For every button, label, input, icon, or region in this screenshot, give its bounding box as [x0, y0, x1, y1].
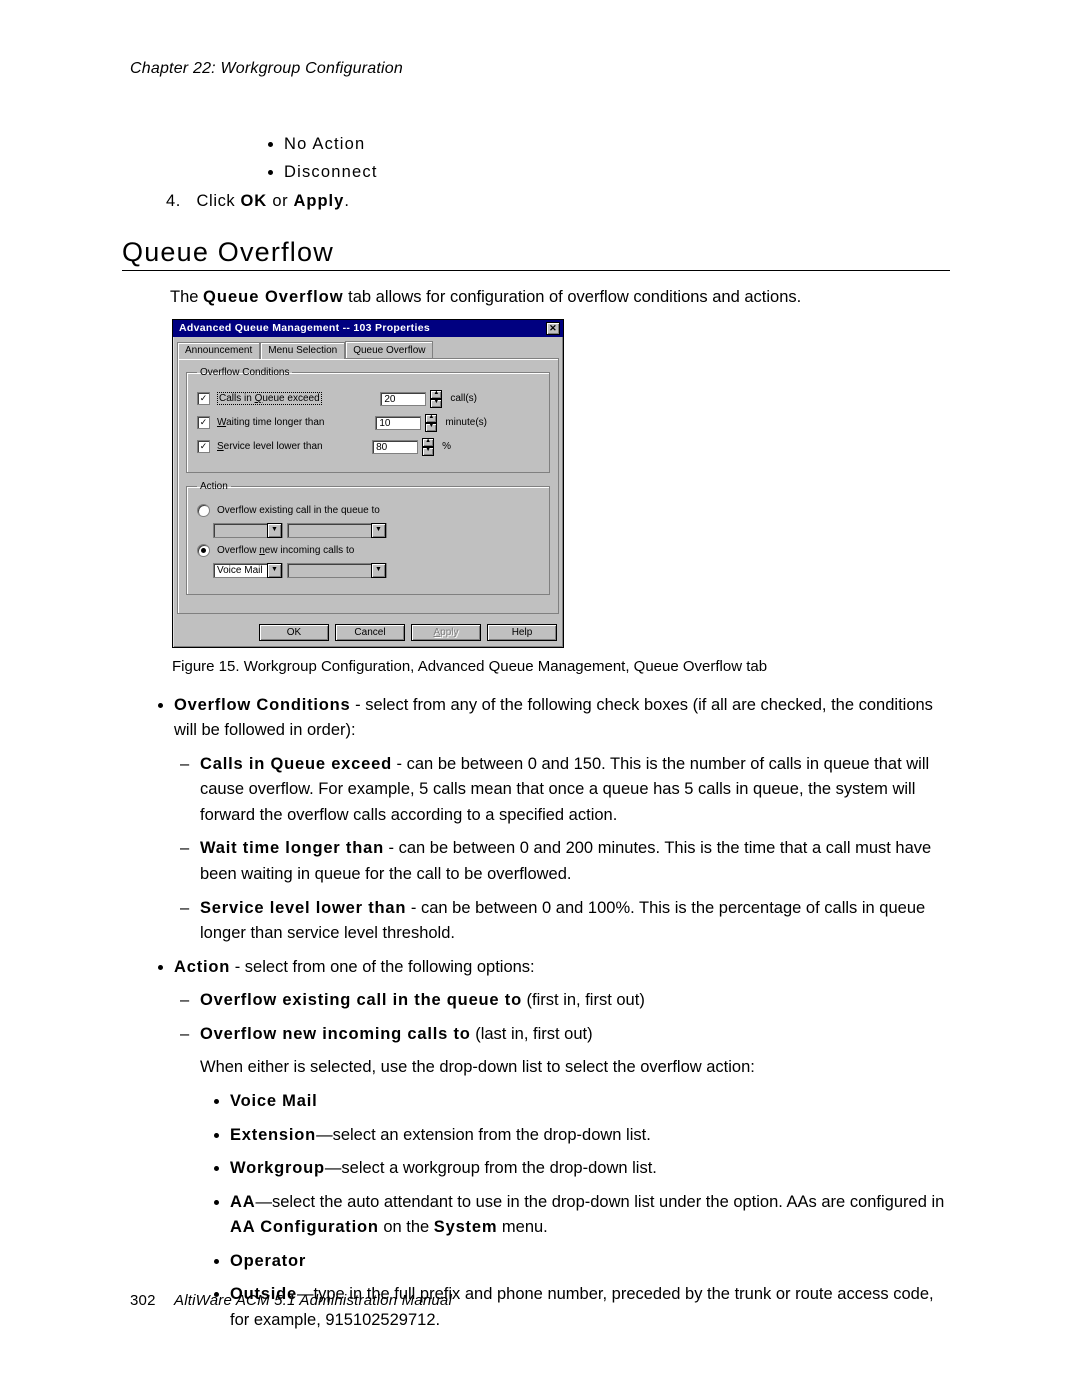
tab-announcement[interactable]: Announcement: [177, 342, 260, 359]
top-bullets: No Action Disconnect: [260, 130, 950, 186]
chevron-up-icon[interactable]: ▲: [430, 390, 442, 399]
dialog-titlebar: Advanced Queue Management -- 103 Propert…: [173, 320, 563, 337]
row-calls-in-queue: ✓ Calls in Queue exceed 20 ▲▼ call(s): [197, 390, 541, 408]
opt-aa: AA—select the auto attendant to use in t…: [230, 1190, 950, 1241]
radio-overflow-new[interactable]: [197, 544, 210, 557]
spinner-service-level[interactable]: ▲▼: [422, 438, 434, 456]
row-existing-dropdowns: ▼ ▼: [213, 523, 541, 538]
page-number: 302: [130, 1292, 156, 1309]
unit-percent: %: [442, 441, 451, 452]
spinner-waiting-time[interactable]: ▲▼: [425, 414, 437, 432]
group-legend-conditions: Overflow Conditions: [197, 367, 292, 378]
close-button[interactable]: ✕: [546, 322, 560, 335]
chevron-down-icon[interactable]: ▼: [430, 399, 442, 408]
chevron-up-icon[interactable]: ▲: [425, 414, 437, 423]
chevron-down-icon: ▼: [371, 523, 386, 538]
row-waiting-time: ✓ Waiting time longer than 10 ▲▼ minute(…: [197, 414, 541, 432]
row-radio-new: Overflow new incoming calls to: [197, 544, 541, 557]
page-footer: 302 AltiWare ACM 5.1 Administration Manu…: [130, 1292, 452, 1309]
bullet-no-action: No Action: [284, 130, 950, 158]
chevron-down-icon: ▼: [267, 563, 282, 578]
label-service-level: Service level lower than: [217, 441, 323, 452]
label-calls-in-queue: Calls in Queue exceed: [217, 392, 322, 405]
chevron-down-icon[interactable]: ▼: [425, 423, 437, 432]
figure-caption: Figure 15. Workgroup Configuration, Adva…: [172, 658, 950, 675]
oc-sublist: Calls in Queue exceed - can be between 0…: [174, 752, 950, 947]
oc-wait-time: Wait time longer than - can be between 0…: [200, 836, 950, 887]
action-body-text: When either is selected, use the drop-do…: [200, 1055, 950, 1081]
radio-overflow-existing[interactable]: [197, 504, 210, 517]
bullet-overflow-conditions: Overflow Conditions - select from any of…: [174, 693, 950, 947]
main-bullets: Overflow Conditions - select from any of…: [152, 693, 950, 1334]
running-header: Chapter 22: Workgroup Configuration: [130, 60, 950, 78]
input-service-level[interactable]: 80: [372, 440, 418, 454]
label-overflow-existing: Overflow existing call in the queue to: [217, 505, 380, 516]
checkbox-waiting-time[interactable]: ✓: [197, 416, 210, 429]
page: Chapter 22: Workgroup Configuration No A…: [0, 0, 1080, 1397]
dropdown-new-target[interactable]: Voice Mail▼: [213, 563, 283, 578]
input-waiting-time[interactable]: 10: [375, 416, 421, 430]
bullet-disconnect: Disconnect: [284, 158, 950, 186]
help-button[interactable]: Help: [487, 624, 557, 641]
chevron-down-icon: ▼: [371, 563, 386, 578]
chevron-up-icon[interactable]: ▲: [422, 438, 434, 447]
action-overflow-new: Overflow new incoming calls to (last in,…: [200, 1022, 950, 1048]
checkbox-calls-in-queue[interactable]: ✓: [197, 392, 210, 405]
opt-workgroup: Workgroup—select a workgroup from the dr…: [230, 1156, 950, 1182]
dialog-title: Advanced Queue Management -- 103 Propert…: [179, 322, 430, 334]
chevron-down-icon: ▼: [267, 523, 282, 538]
ok-button[interactable]: OK: [259, 624, 329, 641]
opt-extension: Extension—select an extension from the d…: [230, 1123, 950, 1149]
tab-panel: Overflow Conditions ✓ Calls in Queue exc…: [177, 358, 559, 614]
opt-operator: Operator: [230, 1249, 950, 1275]
book-title: AltiWare ACM 5.1 Administration Manual: [174, 1292, 452, 1309]
action-overflow-existing: Overflow existing call in the queue to (…: [200, 988, 950, 1014]
oc-calls-in-queue: Calls in Queue exceed - can be between 0…: [200, 752, 950, 829]
action-sublist: Overflow existing call in the queue to (…: [174, 988, 950, 1047]
group-legend-action: Action: [197, 481, 231, 492]
opt-voice-mail: Voice Mail: [230, 1089, 950, 1115]
checkbox-service-level[interactable]: ✓: [197, 440, 210, 453]
unit-calls: call(s): [450, 393, 477, 404]
spinner-calls-in-queue[interactable]: ▲▼: [430, 390, 442, 408]
row-new-dropdowns: Voice Mail▼ ▼: [213, 563, 541, 578]
section-heading-queue-overflow: Queue Overflow: [122, 237, 950, 271]
dialog-button-row: OK Cancel Apply Help: [173, 618, 563, 647]
oc-service-level: Service level lower than - can be betwee…: [200, 896, 950, 947]
row-service-level: ✓ Service level lower than 80 ▲▼ %: [197, 438, 541, 456]
aqm-dialog: Advanced Queue Management -- 103 Propert…: [172, 319, 564, 648]
group-overflow-conditions: Overflow Conditions ✓ Calls in Queue exc…: [186, 367, 550, 473]
label-overflow-new: Overflow new incoming calls to: [217, 545, 354, 556]
bullet-action: Action - select from one of the followin…: [174, 955, 950, 1334]
unit-minutes: minute(s): [445, 417, 487, 428]
apply-button[interactable]: Apply: [411, 624, 481, 641]
step-4: 4. Click OK or Apply.: [166, 192, 950, 211]
cancel-button[interactable]: Cancel: [335, 624, 405, 641]
dropdown-existing-target[interactable]: ▼: [213, 523, 283, 538]
tab-strip: Announcement Menu Selection Queue Overfl…: [173, 337, 563, 358]
label-waiting-time: Waiting time longer than: [217, 417, 324, 428]
intro-paragraph: The Queue Overflow tab allows for config…: [170, 285, 950, 311]
dropdown-existing-value[interactable]: ▼: [287, 523, 387, 538]
input-calls-in-queue[interactable]: 20: [380, 392, 426, 406]
chevron-down-icon[interactable]: ▼: [422, 447, 434, 456]
tab-queue-overflow[interactable]: Queue Overflow: [345, 341, 433, 358]
tab-menu-selection[interactable]: Menu Selection: [260, 342, 345, 359]
row-radio-existing: Overflow existing call in the queue to: [197, 504, 541, 517]
group-action: Action Overflow existing call in the que…: [186, 481, 550, 595]
dropdown-new-value[interactable]: ▼: [287, 563, 387, 578]
